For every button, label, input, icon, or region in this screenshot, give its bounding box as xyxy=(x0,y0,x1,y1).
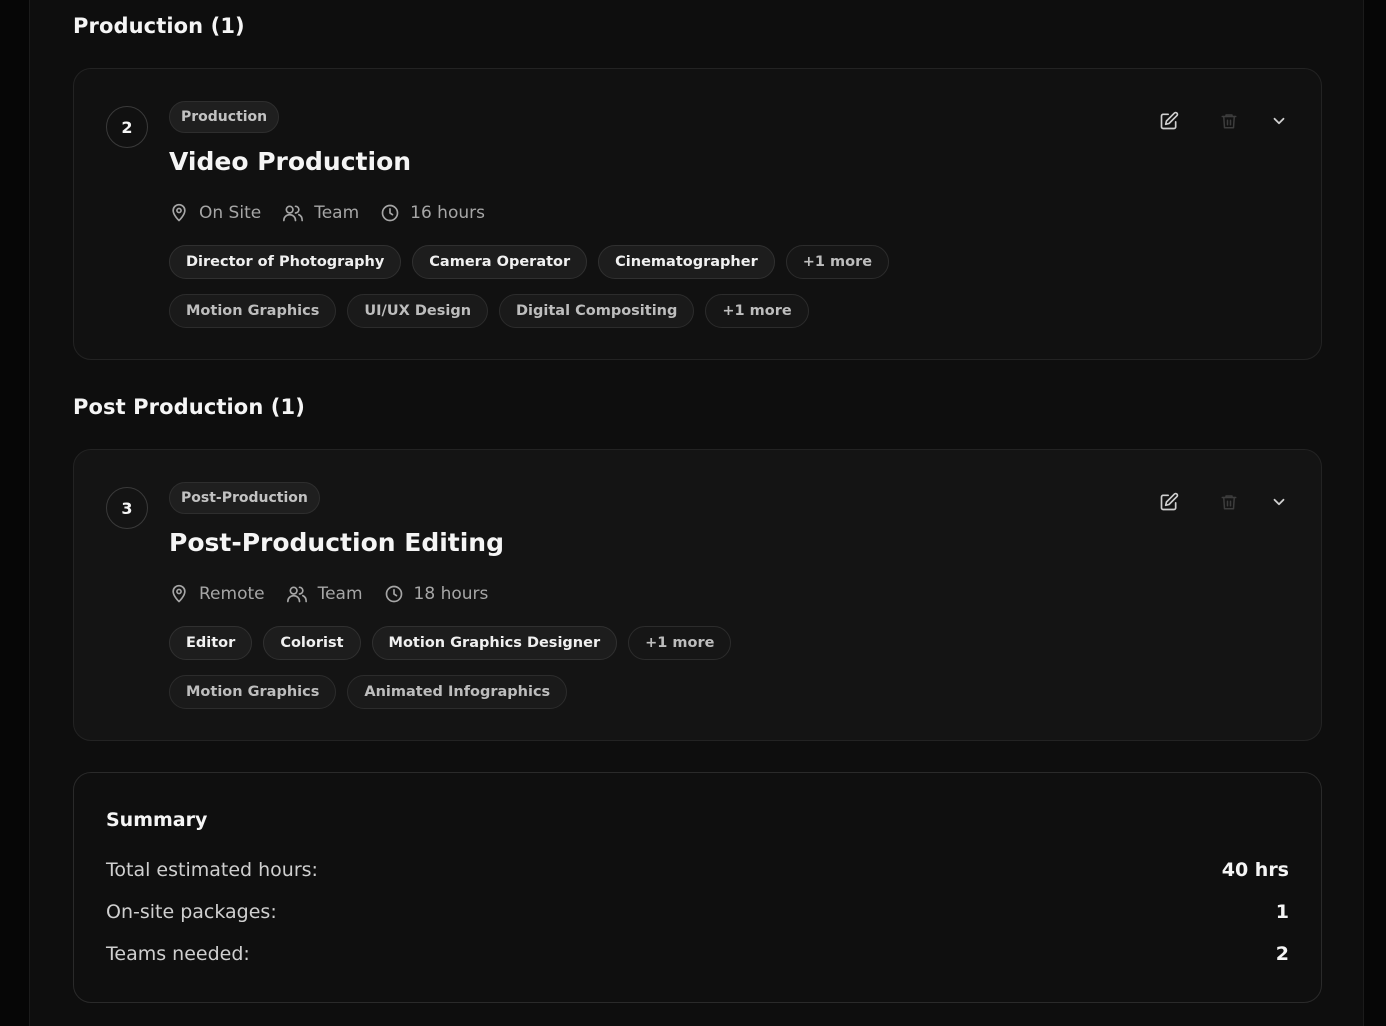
package-card-video-production[interactable]: 2 Production Video Production On Site Te… xyxy=(73,68,1322,360)
summary-row-onsite-packages: On-site packages: 1 xyxy=(106,901,1289,923)
map-pin-icon xyxy=(172,584,186,603)
summary-value: 40 hrs xyxy=(1221,859,1289,881)
location-info: Remote xyxy=(169,584,265,604)
expand-button[interactable] xyxy=(1267,490,1291,514)
skills-row: Motion Graphics Animated Infographics xyxy=(169,675,578,709)
summary-label: Teams needed: xyxy=(106,943,250,965)
main-panel: Production (1) 2 Production Video Produc… xyxy=(29,0,1364,1026)
clock-icon xyxy=(385,585,402,603)
edit-button[interactable] xyxy=(1157,109,1181,133)
card-actions xyxy=(1121,109,1291,133)
location-text: On Site xyxy=(199,203,262,223)
section-title-post-production: Post Production (1) xyxy=(73,395,305,419)
hours-text: 16 hours xyxy=(410,203,485,223)
package-card-post-production-editing[interactable]: 3 Post-Production Post-Production Editin… xyxy=(73,449,1322,741)
role-chip: Cinematographer xyxy=(598,245,775,279)
users-icon xyxy=(286,586,307,603)
step-number: 3 xyxy=(106,487,148,529)
clock-icon xyxy=(381,204,399,222)
skill-chip: Motion Graphics xyxy=(169,294,337,328)
role-chip: Colorist xyxy=(263,626,361,660)
delete-button[interactable] xyxy=(1217,490,1241,514)
trash-icon xyxy=(1221,495,1237,510)
skills-row: Motion Graphics UI/UX Design Digital Com… xyxy=(169,294,820,328)
map-pin-icon xyxy=(172,203,186,222)
summary-row-teams-needed: Teams needed: 2 xyxy=(106,943,1289,965)
expand-button[interactable] xyxy=(1267,109,1291,133)
section-title-production: Production (1) xyxy=(73,14,245,38)
package-meta: Remote Team 18 hours xyxy=(169,584,509,604)
delete-button[interactable] xyxy=(1217,109,1241,133)
roles-more-chip[interactable]: +1 more xyxy=(785,245,890,279)
hours-info: 18 hours xyxy=(384,584,489,604)
summary-label: Total estimated hours: xyxy=(106,859,318,881)
category-badge: Production xyxy=(169,101,280,133)
team-info: Team xyxy=(286,584,363,604)
location-text: Remote xyxy=(199,584,265,604)
summary-value: 2 xyxy=(1275,943,1289,965)
edit-icon xyxy=(1160,492,1179,511)
hours-info: 16 hours xyxy=(380,203,485,223)
skill-chip: Digital Compositing xyxy=(499,294,695,328)
users-icon xyxy=(283,205,304,222)
location-info: On Site xyxy=(169,203,261,223)
roles-more-chip[interactable]: +1 more xyxy=(628,626,732,660)
edit-button[interactable] xyxy=(1157,490,1181,514)
roles-row: Editor Colorist Motion Graphics Designer… xyxy=(169,626,742,660)
package-meta: On Site Team 16 hours xyxy=(169,203,506,223)
package-title: Post-Production Editing xyxy=(169,528,504,557)
chevron-down-icon xyxy=(1273,498,1285,506)
summary-row-total-hours: Total estimated hours: 40 hrs xyxy=(106,859,1289,881)
skills-more-chip[interactable]: +1 more xyxy=(705,294,809,328)
skill-chip: UI/UX Design xyxy=(347,294,489,328)
team-info: Team xyxy=(282,203,359,223)
summary-title: Summary xyxy=(106,809,208,831)
hours-text: 18 hours xyxy=(413,584,489,604)
role-chip: Camera Operator xyxy=(412,245,588,279)
skill-chip: Motion Graphics xyxy=(169,675,337,709)
summary-card: Summary Total estimated hours: 40 hrs On… xyxy=(73,772,1322,1003)
roles-row: Director of Photography Camera Operator … xyxy=(169,245,900,279)
summary-value: 1 xyxy=(1275,901,1289,923)
step-number: 2 xyxy=(106,106,148,148)
package-title: Video Production xyxy=(169,147,412,176)
team-text: Team xyxy=(314,203,360,223)
skill-chip: Animated Infographics xyxy=(347,675,568,709)
chevron-down-icon xyxy=(1273,117,1285,125)
team-text: Team xyxy=(317,584,363,604)
role-chip: Editor xyxy=(169,626,253,660)
role-chip: Director of Photography xyxy=(169,245,402,279)
summary-label: On-site packages: xyxy=(106,901,277,923)
role-chip: Motion Graphics Designer xyxy=(371,626,618,660)
edit-icon xyxy=(1160,111,1179,130)
card-actions xyxy=(1121,490,1291,514)
trash-icon xyxy=(1221,114,1237,129)
category-badge: Post-Production xyxy=(169,482,320,514)
